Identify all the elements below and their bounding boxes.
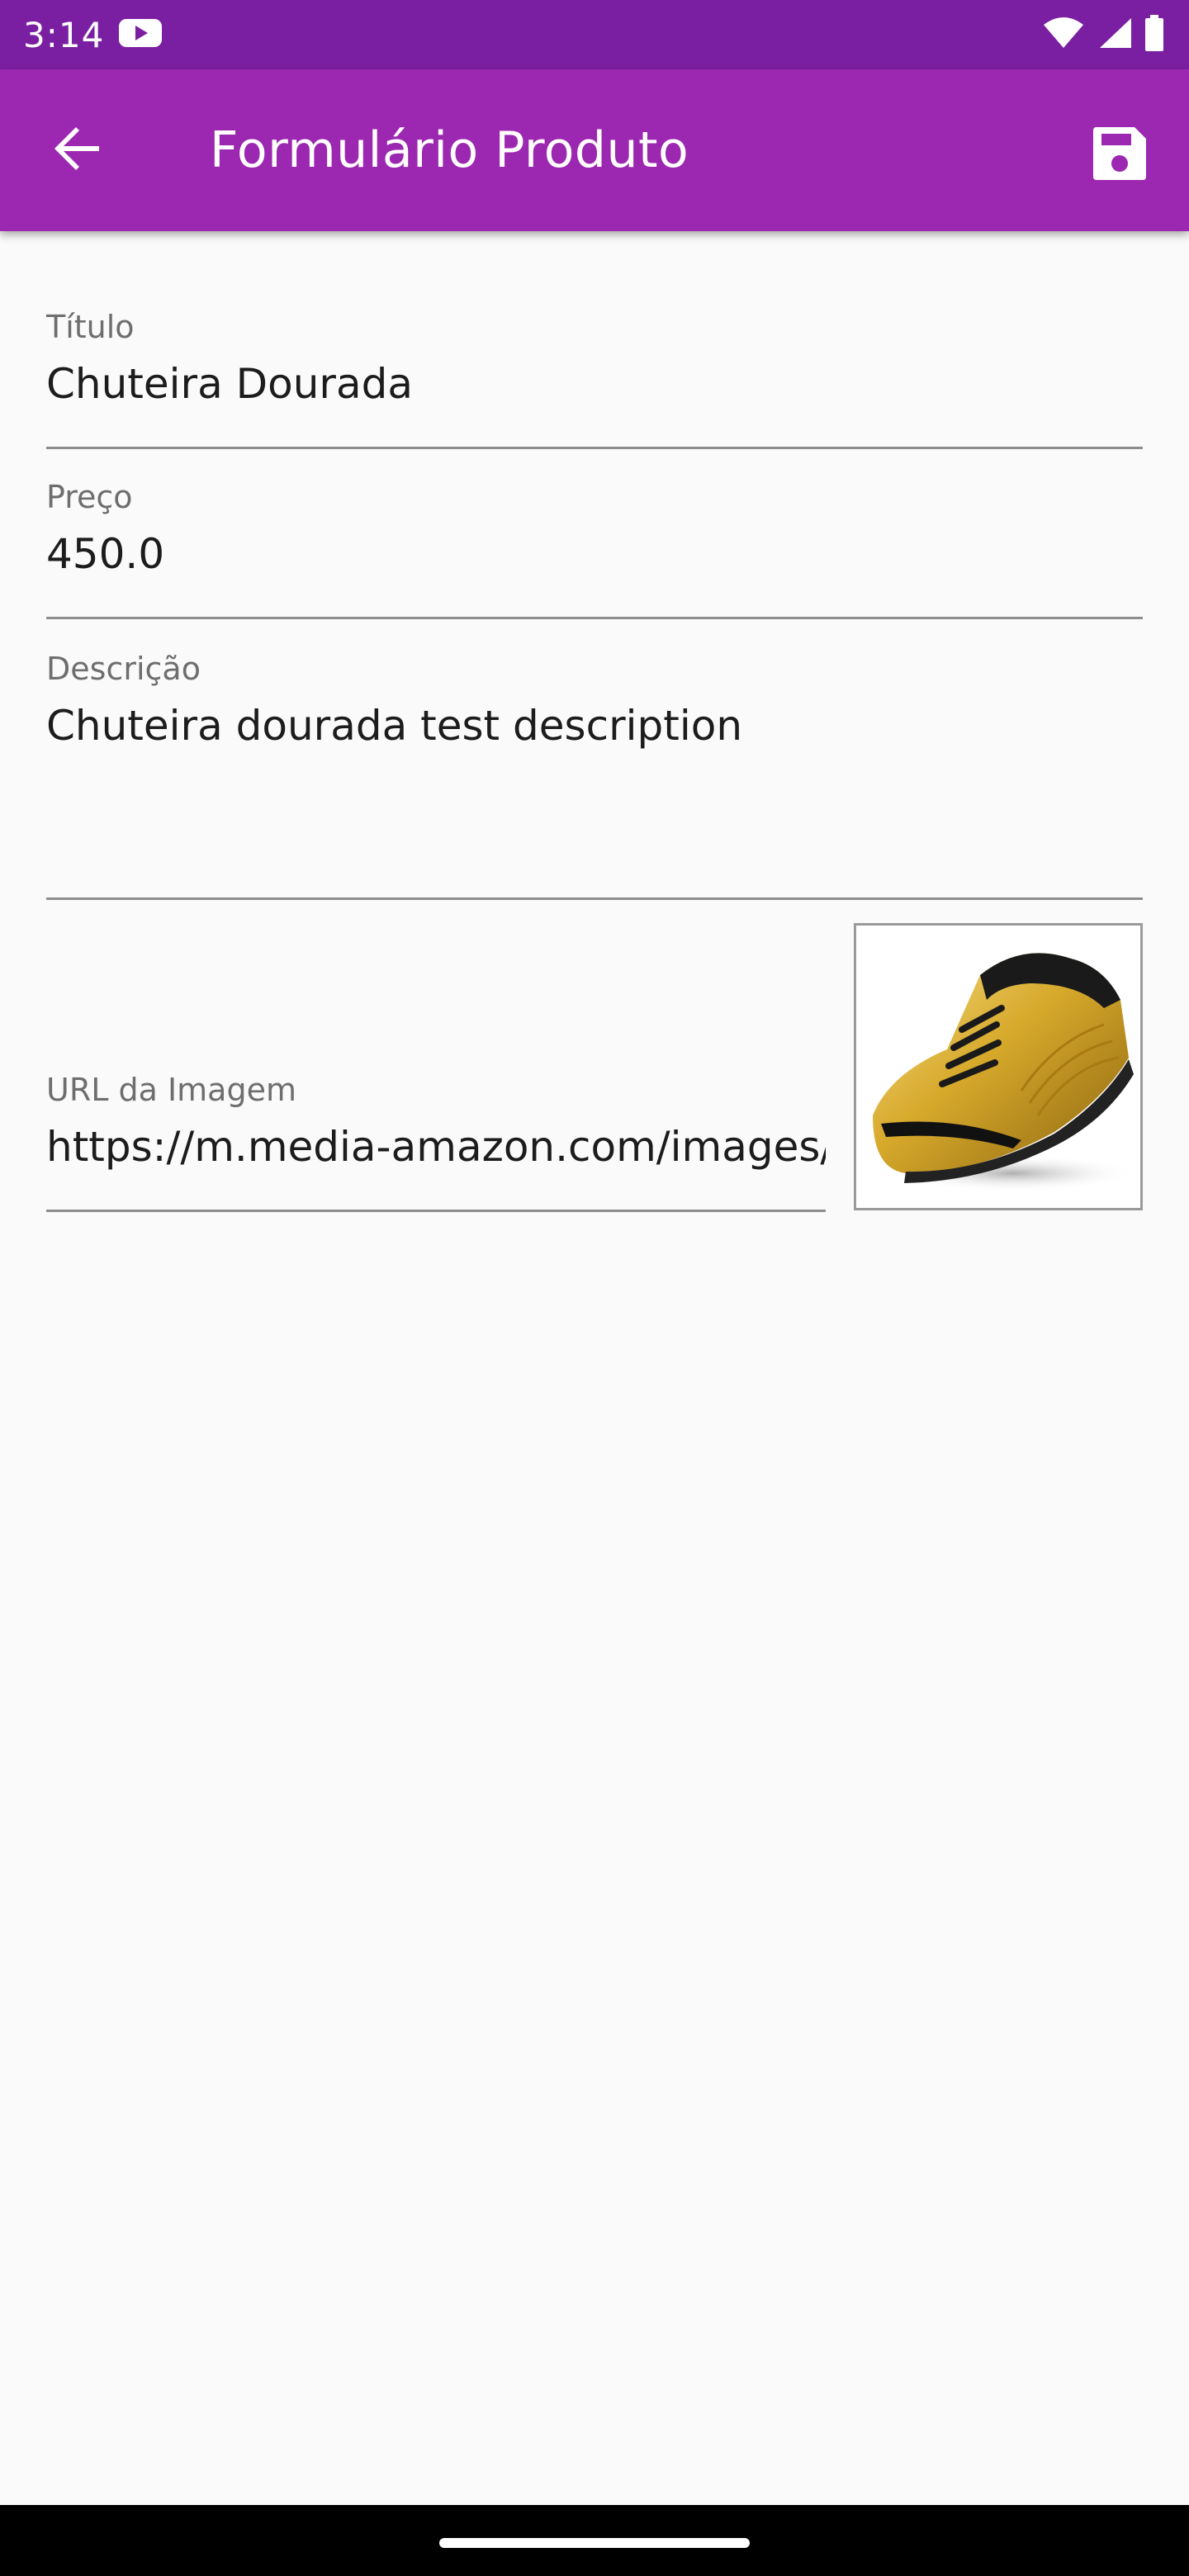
page-title: Formulário Produto — [210, 121, 689, 179]
description-field-value[interactable]: Chuteira dourada test description — [46, 702, 1143, 750]
arrow-back-icon — [51, 122, 104, 178]
system-navigation-bar — [0, 2505, 1189, 2576]
price-field[interactable]: Preço 450.0 — [46, 467, 1143, 619]
title-field-label: Título — [46, 309, 135, 345]
youtube-icon — [119, 17, 163, 52]
image-url-field[interactable]: URL da Imagem https://m.media-amazon.com… — [46, 1062, 826, 1212]
image-url-field-label: URL da Imagem — [46, 1072, 296, 1108]
signal-icon — [1097, 17, 1133, 53]
save-button[interactable] — [1080, 116, 1159, 195]
status-bar: 3:14 — [0, 0, 1189, 69]
status-time: 3:14 — [23, 14, 105, 55]
description-field-label: Descrição — [46, 651, 201, 687]
price-field-value[interactable]: 450.0 — [46, 530, 1143, 578]
save-icon — [1090, 124, 1149, 187]
battery-icon — [1144, 15, 1164, 54]
product-image-preview — [854, 923, 1143, 1210]
back-button[interactable] — [46, 119, 109, 182]
status-right — [1042, 15, 1164, 54]
golden-cleat-image — [873, 953, 1137, 1191]
status-left: 3:14 — [23, 14, 163, 55]
title-field-value[interactable]: Chuteira Dourada — [46, 360, 1143, 408]
app-bar: Formulário Produto — [0, 69, 1189, 231]
image-url-field-value[interactable]: https://m.media-amazon.com/images/I/ — [46, 1123, 826, 1171]
home-gesture-handle[interactable] — [439, 2538, 750, 2548]
title-field[interactable]: Título Chuteira Dourada — [46, 297, 1143, 449]
wifi-icon — [1042, 17, 1085, 53]
price-field-label: Preço — [46, 479, 133, 515]
description-field[interactable]: Descrição Chuteira dourada test descript… — [46, 639, 1143, 900]
